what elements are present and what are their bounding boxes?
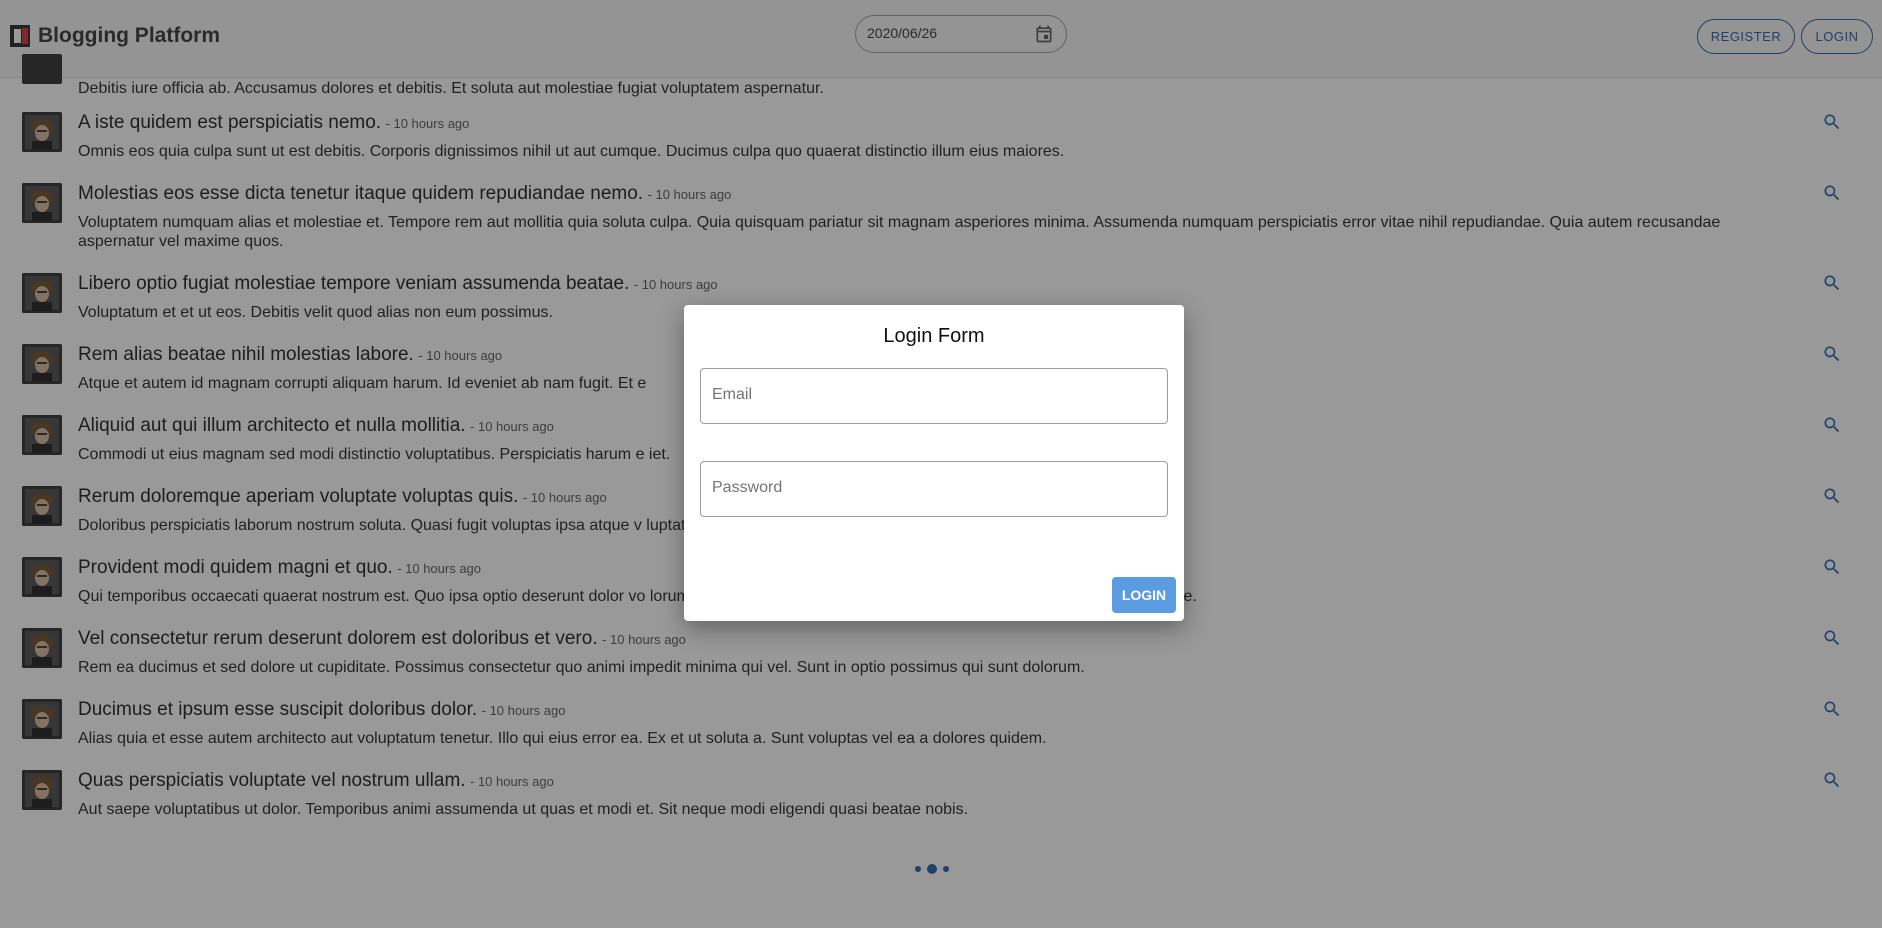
email-field[interactable]	[700, 368, 1168, 424]
login-dialog: Login Form LOGIN	[684, 305, 1184, 621]
password-input[interactable]	[712, 479, 1152, 497]
password-field[interactable]	[700, 461, 1168, 517]
dialog-title: Login Form	[883, 325, 985, 347]
email-input[interactable]	[712, 386, 1152, 404]
login-submit-button[interactable]: LOGIN	[1112, 577, 1176, 613]
